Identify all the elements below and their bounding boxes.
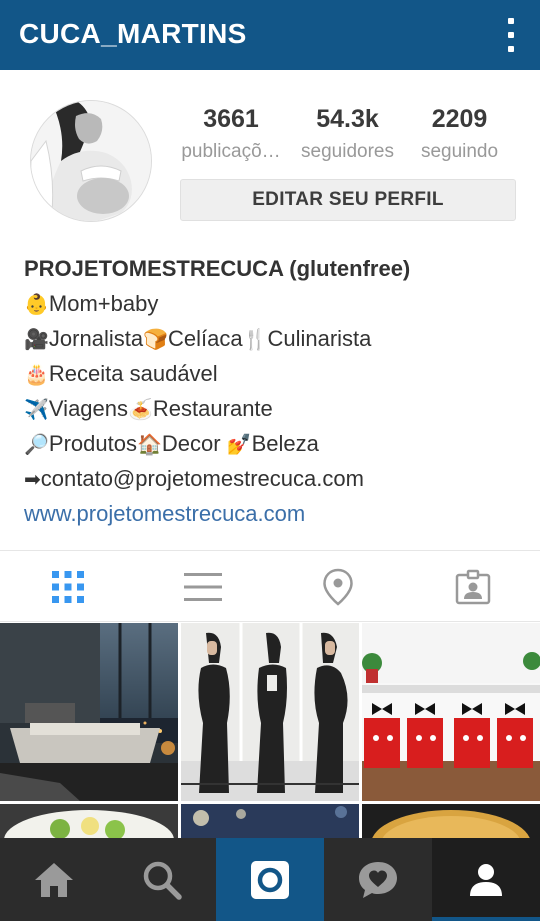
profile-name: PROJETOMESTRECUCA (glutenfree) bbox=[24, 256, 411, 281]
bio-line-6: ➡contato@projetomestrecuca.com bbox=[24, 466, 364, 491]
house-emoji: 🏠 bbox=[136, 434, 162, 456]
camera-icon bbox=[251, 860, 289, 899]
profile-view-tabs bbox=[0, 550, 540, 622]
airplane-emoji: ✈️ bbox=[24, 399, 49, 421]
followers-label: seguidores bbox=[301, 141, 394, 162]
edit-profile-button[interactable]: EDITAR SEU PERFIL bbox=[180, 179, 516, 221]
location-pin-icon bbox=[322, 568, 353, 606]
followers-stat[interactable]: 54.3k seguidores bbox=[290, 105, 405, 163]
grid-photo[interactable] bbox=[362, 804, 540, 838]
bio-line-1: 👶Mom+baby bbox=[24, 291, 159, 316]
following-label: seguindo bbox=[420, 141, 499, 162]
search-icon bbox=[143, 861, 182, 900]
camera-emoji: 🎥 bbox=[24, 329, 49, 351]
cutlery-emoji: 🍴 bbox=[242, 329, 268, 351]
grid-photo[interactable] bbox=[362, 623, 540, 801]
pasta-emoji: 🍝 bbox=[128, 399, 153, 421]
avatar[interactable] bbox=[30, 100, 152, 222]
more-vertical-icon[interactable] bbox=[506, 18, 516, 52]
following-stat[interactable]: 2209 seguindo bbox=[402, 105, 517, 163]
tab-list-view[interactable] bbox=[135, 551, 270, 623]
party-table-photo bbox=[362, 623, 540, 801]
arrow-right-emoji: ➡ bbox=[24, 469, 41, 491]
person-icon bbox=[470, 863, 502, 896]
bio: PROJETOMESTRECUCA (glutenfree) 👶Mom+baby… bbox=[24, 256, 524, 531]
bedroom-photo bbox=[0, 623, 178, 801]
posts-count: 3661 bbox=[203, 105, 259, 133]
grid-photo[interactable] bbox=[0, 804, 178, 838]
bread-emoji: 🍞 bbox=[143, 329, 168, 351]
baby-emoji: 👶 bbox=[24, 294, 49, 316]
tab-grid-view[interactable] bbox=[0, 551, 135, 623]
followers-count: 54.3k bbox=[316, 105, 379, 133]
active-tab-indicator bbox=[432, 917, 540, 921]
grid-photo[interactable] bbox=[0, 623, 178, 801]
home-icon bbox=[35, 862, 73, 897]
grid-icon bbox=[51, 571, 84, 603]
nav-profile[interactable] bbox=[432, 838, 540, 921]
bottom-navigation bbox=[0, 838, 540, 921]
bio-line-2: 🎥Jornalista🍞Celíaca🍴Culinarista bbox=[24, 326, 372, 351]
nav-search[interactable] bbox=[108, 838, 216, 921]
bio-line-4: ✈️Viagens🍝Restaurante bbox=[24, 396, 273, 421]
following-count: 2209 bbox=[431, 105, 488, 133]
heart-bubble-icon bbox=[359, 861, 397, 898]
username-title: CUCA_MARTINS bbox=[19, 18, 247, 49]
tab-tagged-view[interactable] bbox=[405, 551, 540, 623]
nail-polish-emoji: 💅 bbox=[226, 434, 252, 456]
tagged-person-icon bbox=[455, 569, 490, 605]
night-lights-photo bbox=[181, 804, 359, 838]
nav-activity[interactable] bbox=[324, 838, 432, 921]
list-icon bbox=[183, 573, 222, 601]
posts-label: publicaçõ… bbox=[181, 141, 281, 162]
nav-home[interactable] bbox=[0, 838, 108, 921]
posts-stat[interactable]: 3661 publicaçõ… bbox=[175, 105, 287, 163]
avatar-image bbox=[31, 101, 151, 221]
profile-stats: 3661 publicaçõ… 54.3k seguidores 2209 se… bbox=[178, 105, 518, 165]
website-link[interactable]: www.projetomestrecuca.com bbox=[24, 496, 524, 531]
magnifier-emoji: 🔎 bbox=[24, 434, 49, 456]
grid-photo[interactable] bbox=[181, 804, 359, 838]
grid-photo[interactable] bbox=[181, 623, 359, 801]
cake-emoji: 🎂 bbox=[24, 364, 49, 386]
bio-line-5: 🔎Produtos🏠Decor 💅Beleza bbox=[24, 431, 319, 456]
pie-photo bbox=[362, 804, 540, 838]
salad-photo bbox=[0, 804, 178, 838]
photo-grid bbox=[0, 622, 540, 838]
bio-line-3: 🎂Receita saudável bbox=[24, 361, 218, 386]
pregnancy-outfit-photo bbox=[181, 623, 359, 801]
top-bar: CUCA_MARTINS bbox=[0, 0, 540, 70]
nav-camera[interactable] bbox=[216, 838, 324, 921]
tab-map-view[interactable] bbox=[270, 551, 405, 623]
